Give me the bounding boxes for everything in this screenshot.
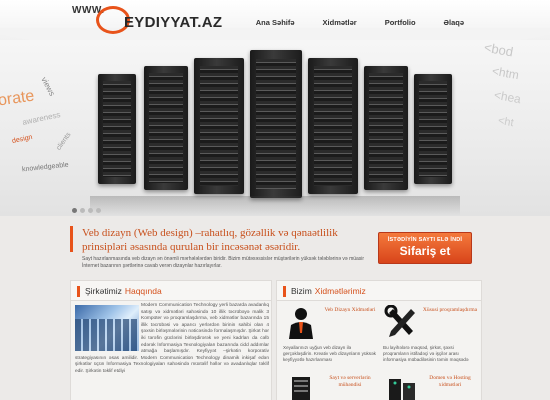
intro-subtitle: Sayt hazırlanmasında veb dizayn ən önəml… bbox=[82, 256, 365, 269]
about-heading: Şirkətimiz Haqqında bbox=[71, 281, 271, 301]
floor-reflection bbox=[90, 196, 460, 216]
main-nav: Ana Səhifə Xidmətlər Portfolio Əlaqə bbox=[228, 18, 464, 27]
order-button-label: Sifariş et bbox=[399, 244, 451, 258]
slider-dot[interactable] bbox=[88, 208, 93, 213]
slider-dot-active[interactable] bbox=[72, 208, 77, 213]
intro-accent-bar bbox=[70, 226, 73, 252]
services-heading-1: Bizim bbox=[291, 286, 312, 296]
logo-name: EYDIYYAT.AZ bbox=[124, 14, 223, 31]
designer-person-icon bbox=[289, 308, 313, 339]
about-heading-1: Şirkətimiz bbox=[85, 286, 122, 296]
nav-services[interactable]: Xidmətlər bbox=[323, 18, 357, 27]
intro-section: Veb dizayn (Web design) –rahatlıq, gözəl… bbox=[70, 222, 480, 274]
site-header: WWW. EYDIYYAT.AZ Ana Səhifə Xidmətlər Po… bbox=[0, 0, 550, 50]
services-panel: Bizim Xidmətlərimiz Veb Dizayn Xidmətləri… bbox=[276, 280, 482, 400]
services-heading-2: Xidmətlərimiz bbox=[314, 286, 366, 296]
service-desc: Bu layihələrə məqsəd, şirkət, şəxsi proq… bbox=[383, 345, 469, 362]
service-title: Sayt və serverlərin mühəndisi bbox=[329, 375, 371, 388]
about-panel: Şirkətimiz Haqqında Modern Communication … bbox=[70, 280, 272, 400]
order-button[interactable]: İSTƏDİYİN SAYTI ELƏ İNDİ Sifariş et bbox=[378, 232, 472, 264]
nav-home[interactable]: Ana Səhifə bbox=[256, 18, 295, 27]
server-racks-image bbox=[0, 40, 550, 216]
slider-dot[interactable] bbox=[80, 208, 85, 213]
hosting-server-icon bbox=[389, 379, 415, 400]
nav-portfolio[interactable]: Portfolio bbox=[385, 18, 416, 27]
slider-pagination bbox=[72, 208, 101, 213]
service-title: Domen və Hosting xidmətləri bbox=[429, 375, 471, 388]
server-cabinet-icon bbox=[292, 377, 310, 400]
heading-accent-bar bbox=[283, 286, 286, 297]
service-desc: Xeyallarınızı uyğun veb dizayn ilə gerçə… bbox=[283, 345, 376, 362]
services-heading: Bizim Xidmətlərimiz bbox=[277, 281, 481, 301]
about-text-block: Modern Communication Technology yerli ba… bbox=[75, 303, 269, 376]
service-title: Xüsusi proqramlaşdırma bbox=[422, 307, 478, 313]
slider-dot[interactable] bbox=[96, 208, 101, 213]
intro-title: Veb dizayn (Web design) –rahatlıq, gözəl… bbox=[82, 227, 338, 253]
nav-contact[interactable]: Əlaqə bbox=[444, 18, 464, 27]
site-logo[interactable]: WWW. EYDIYYAT.AZ bbox=[72, 4, 222, 36]
wrench-screwdriver-icon bbox=[384, 305, 415, 337]
order-button-caption: İSTƏDİYİN SAYTI ELƏ İNDİ bbox=[387, 237, 463, 243]
about-heading-2: Haqqında bbox=[124, 286, 162, 296]
hero-slider: orate views awareness design clients kno… bbox=[0, 40, 550, 216]
service-title: Veb Dizayn Xidmətləri bbox=[324, 307, 376, 313]
heading-accent-bar bbox=[77, 286, 80, 297]
